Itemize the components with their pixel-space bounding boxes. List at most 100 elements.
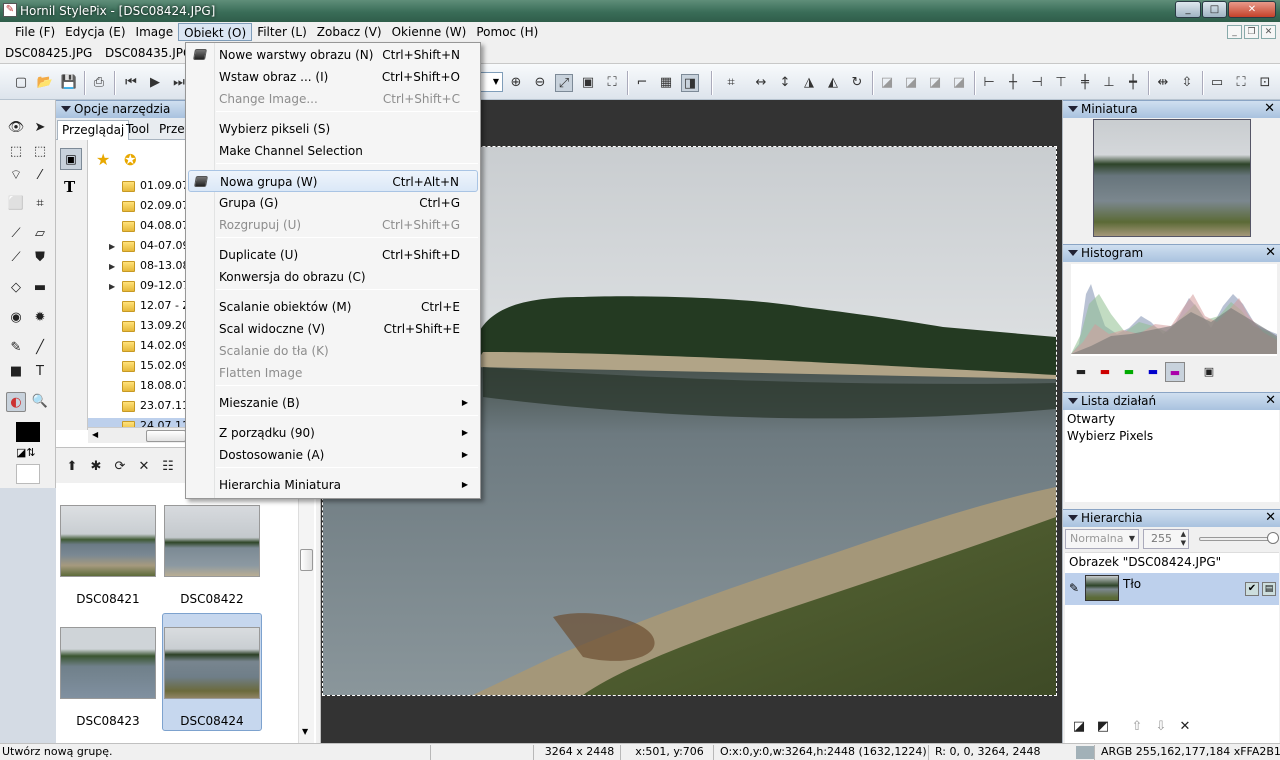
menu-item[interactable]: Z porządku (90) ▶ [188,422,478,444]
color-wheel-icon[interactable]: ◐ [6,392,26,412]
mdi-close-icon[interactable]: ✕ [1261,25,1276,39]
swap-colors-icon[interactable]: ◪⇅ [16,446,36,459]
horizontal-scrollbar[interactable]: ◀ [88,427,186,443]
folder-item[interactable]: 04.08.07 [140,219,189,232]
folder-item[interactable]: 15.02.09 [140,359,189,372]
menu-item[interactable]: Scalanie obiektów (M) Ctrl+E [188,296,478,318]
scroll-down-icon[interactable]: ▼ [302,727,308,736]
eraser-icon[interactable]: ▱ [30,224,50,244]
rotate-icon[interactable]: ↻ [848,74,866,92]
folder-item[interactable]: 09-12.07 [140,279,189,292]
menu-item[interactable]: Wstaw obraz ... (I) Ctrl+Shift+O [188,66,478,88]
crop-icon[interactable]: ⌗ [722,74,740,92]
close-button[interactable]: ✕ [1228,1,1276,18]
print-icon[interactable]: ⎙ [90,74,108,92]
marquee-icon[interactable]: ⬚ [6,142,26,162]
selection-display-icon[interactable]: ◨ [681,74,699,92]
star-icon[interactable]: ★ [96,150,110,169]
arrange-icon[interactable]: ◪ [878,74,896,92]
wand-icon[interactable]: ⁄ [30,166,50,186]
channel-rgb-icon[interactable]: ▬ [1165,362,1185,382]
first-icon[interactable]: ⏮ [122,74,140,92]
folder-item[interactable]: 14.02.09 [140,339,189,352]
folder-item[interactable]: 08-13.08 [140,259,189,272]
folder-up-icon[interactable]: ⬆ [62,457,82,477]
menu-item[interactable]: Grupa (G) Ctrl+G [188,192,478,214]
zoom-out-icon[interactable]: ⊖ [531,74,549,92]
menu-item[interactable]: Mieszanie (B) ▶ [188,392,478,414]
align-center-icon[interactable]: ┿ [1124,74,1142,92]
menu-item[interactable]: Nowa grupa (W) Ctrl+Alt+N [188,170,478,192]
grid-icon[interactable]: ▦ [657,74,675,92]
gradient-icon[interactable]: ▬ [30,278,50,298]
channel-all-icon[interactable]: ▬ [1071,362,1091,382]
rotate-right-icon[interactable]: ◭ [824,74,842,92]
folder-item[interactable]: 18.08.07 [140,379,189,392]
channel-blue-icon[interactable]: ▬ [1143,362,1163,382]
align-left-icon[interactable]: ⊢ [980,74,998,92]
menu-item[interactable]: Nowe warstwy obrazu (N) Ctrl+Shift+N [188,44,478,66]
rect-select-icon[interactable]: ⬚ [30,142,50,162]
align-center-icon[interactable]: ┼ [1004,74,1022,92]
background-color[interactable] [16,464,40,484]
resize-icon[interactable]: ⊡ [1256,74,1274,92]
list-item[interactable]: Wybierz Pixels [1067,429,1153,443]
ruler-icon[interactable]: ⌐ [633,74,651,92]
navigator-thumbnail[interactable] [1093,119,1251,237]
menu-filter[interactable]: Filter (L) [252,23,312,41]
align-right-icon[interactable]: ⊣ [1028,74,1046,92]
list-icon[interactable]: ☷ [158,457,178,477]
canvas-size-icon[interactable]: ▭ [1208,74,1226,92]
close-icon[interactable]: ✕ [1265,245,1276,261]
new-file-icon[interactable]: ▢ [12,74,30,92]
distribute-horizontal-icon[interactable]: ⇹ [1154,74,1172,92]
redeye-icon[interactable]: ◉ [6,308,26,328]
close-icon[interactable]: ✕ [1265,510,1276,526]
eye-icon[interactable]: 👁 [6,118,26,138]
menu-item[interactable]: Hierarchia Miniatura ▶ [188,474,478,496]
text-icon[interactable]: T [64,178,75,196]
crop-tool-icon[interactable]: ⌗ [30,194,50,214]
folder-item[interactable]: 04-07.09 [140,239,189,252]
sun-icon[interactable]: ✹ [30,308,50,328]
scroll-left-icon[interactable]: ◀ [92,430,98,439]
lock-icon[interactable]: ▤ [1262,582,1276,596]
expand-icon[interactable]: ▶ [109,262,115,271]
flip-horizontal-icon[interactable]: ↔ [752,74,770,92]
menu-item[interactable]: Scalanie do tła (K) [188,340,478,362]
arrange-icon[interactable]: ◪ [902,74,920,92]
expand-icon[interactable]: ▶ [109,282,115,291]
opacity-slider[interactable] [1199,537,1271,541]
thumbnail-image[interactable] [60,627,156,699]
menu-item[interactable]: Rozgrupuj (U) Ctrl+Shift+G [188,214,478,236]
thumbnail-image[interactable] [60,505,156,577]
lasso-icon[interactable]: ⌔ [6,166,26,186]
pointer-icon[interactable]: ➤ [30,118,50,138]
new-group-icon[interactable]: ◩ [1093,717,1113,737]
image-size-icon[interactable]: ⛶ [1232,74,1250,92]
menu-item[interactable]: Make Channel Selection [188,140,478,162]
save-icon[interactable]: 💾 [60,74,78,92]
list-item[interactable]: Otwarty [1067,412,1115,426]
close-icon[interactable]: ✕ [1265,393,1276,409]
open-folder-icon[interactable]: 📂 [36,74,54,92]
expand-icon[interactable]: ▶ [109,242,115,251]
actual-size-icon[interactable]: ▣ [579,74,597,92]
minimize-button[interactable]: _ [1175,1,1201,18]
delete-layer-icon[interactable]: ✕ [1175,717,1195,737]
menu-okienne[interactable]: Okienne (W) [387,23,472,41]
menu-item[interactable]: Scal widoczne (V) Ctrl+Shift+E [188,318,478,340]
move-up-icon[interactable]: ⇧ [1127,717,1147,737]
fullscreen-icon[interactable]: ⛶ [603,74,621,92]
folder-item[interactable]: 01.09.07 [140,179,189,192]
channel-red-icon[interactable]: ▬ [1095,362,1115,382]
blend-mode-select[interactable]: Normalna ▼ [1065,529,1139,549]
menu-image[interactable]: Image [131,23,179,41]
monitor-icon[interactable]: ▣ [60,148,82,170]
align-top-icon[interactable]: ⊤ [1052,74,1070,92]
move-down-icon[interactable]: ⇩ [1151,717,1171,737]
clone-icon[interactable]: ⟋ [6,248,26,268]
zoom-in-icon[interactable]: ⊕ [507,74,525,92]
menu-item[interactable]: Dostosowanie (A) ▶ [188,444,478,466]
delete-icon[interactable]: ✕ [134,457,154,477]
